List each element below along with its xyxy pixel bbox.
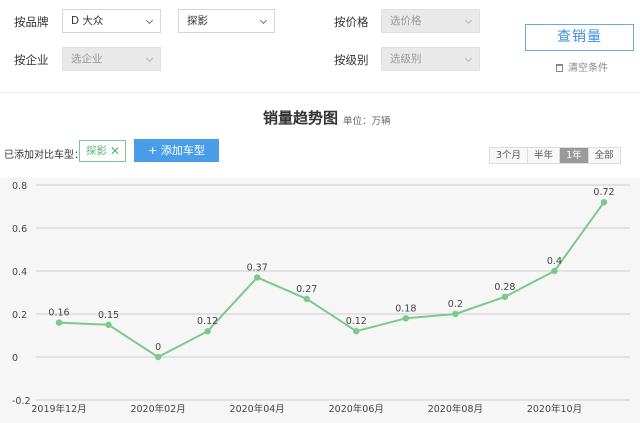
data-label: 0.15	[98, 310, 119, 321]
x-tick-label: 2020年06月	[329, 403, 384, 415]
x-tick-label: 2020年08月	[428, 403, 483, 415]
x-tick-label: 2020年04月	[230, 403, 285, 415]
x-tick-label: 2020年02月	[130, 403, 185, 415]
y-tick-label: 0.2	[12, 310, 27, 321]
data-label: 0.4	[547, 256, 562, 267]
series-line	[58, 201, 605, 358]
data-point	[551, 267, 558, 275]
data-point	[105, 321, 112, 328]
data-point	[353, 328, 360, 335]
data-label: 0	[155, 342, 161, 353]
data-point	[303, 295, 310, 303]
data-label: 0.18	[395, 303, 416, 314]
data-label: 0.72	[593, 187, 614, 198]
data-label: 0.16	[48, 308, 69, 319]
y-tick-label: 0.6	[12, 224, 27, 235]
data-label: 0.37	[247, 262, 268, 273]
data-point	[402, 315, 410, 322]
y-tick-label: 0.8	[12, 181, 27, 192]
data-point	[452, 310, 459, 318]
sales-trend-chart: 0.8 0.6 0.4 0.2 0 -0.22019年12月 2020年02月 2020年04…	[12, 181, 630, 415]
data-point	[204, 328, 211, 335]
data-label: 0.27	[296, 284, 317, 295]
data-label: 0.2	[448, 299, 463, 310]
x-tick-label: 2019年12月	[31, 403, 86, 415]
x-tick-label: 2020年10月	[527, 403, 582, 415]
y-tick-label: 0.4	[12, 267, 27, 278]
data-point	[600, 199, 608, 206]
y-tick-label: 0	[12, 353, 18, 364]
data-label: 0.12	[346, 316, 367, 327]
y-tick-label: -0.2	[12, 396, 31, 407]
data-point	[55, 319, 63, 326]
data-point	[501, 293, 509, 300]
data-point	[154, 353, 162, 361]
data-label: 0.12	[197, 316, 218, 327]
data-point	[253, 274, 261, 281]
data-label: 0.28	[494, 282, 515, 293]
